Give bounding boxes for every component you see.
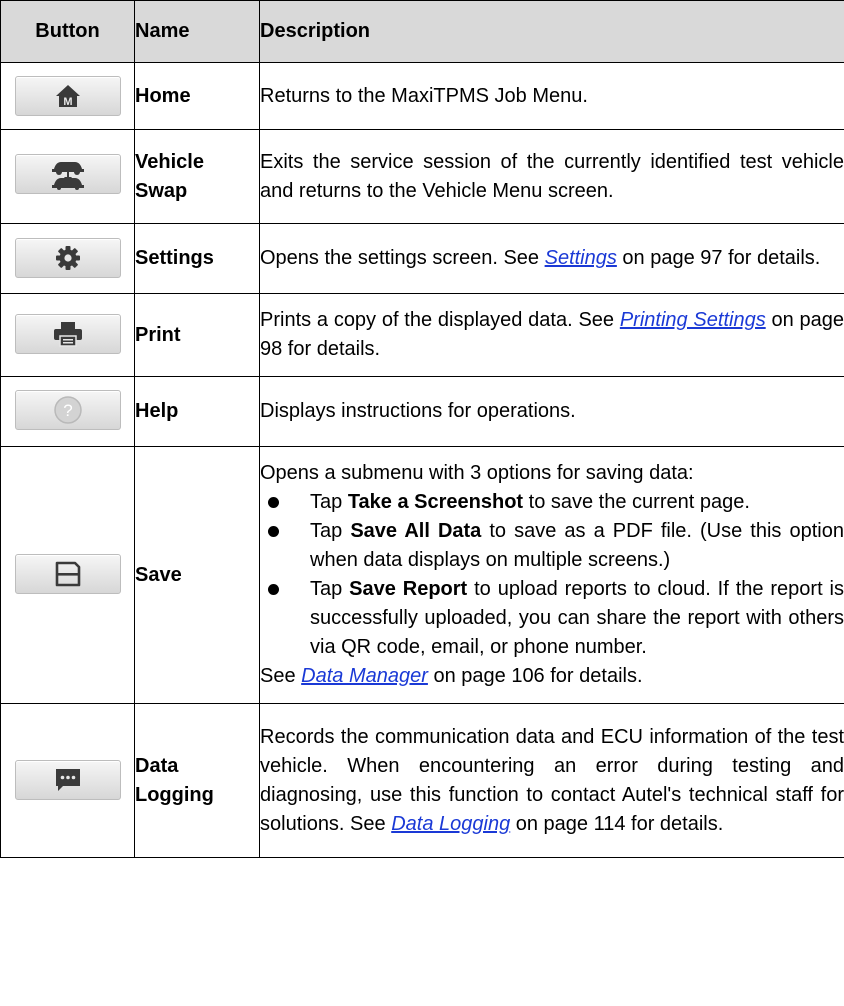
vehicle-swap-button[interactable] [14,154,121,194]
table-row: Save Opens a submenu with 3 options for … [0,446,844,704]
row-description: Opens the settings screen. See Settings … [259,223,844,294]
table-row: Print Prints a copy of the displayed dat… [0,293,844,377]
table-row: ? Help Displays instructions for operati… [0,376,844,447]
list-item: Tap Save Report to upload reports to clo… [260,575,844,662]
list-item: Tap Save All Data to save as a PDF file.… [260,517,844,575]
row-description: Returns to the MaxiTPMS Job Menu. [259,62,844,130]
row-name: Data Logging [134,703,260,858]
list-item: Tap Take a Screenshot to save the curren… [260,488,844,517]
svg-text:?: ? [63,401,72,420]
printer-icon [53,322,82,347]
table-header-row: Button Name Description [0,0,844,63]
data-manager-link[interactable]: Data Manager [301,665,428,687]
bullet-icon [268,584,279,595]
header-button: Button [0,0,135,63]
vehicle-swap-icon [51,162,84,190]
print-button[interactable] [14,314,121,354]
bullet-icon [268,497,279,508]
table-row: Data Logging Records the communication d… [0,703,844,858]
save-options-list: Tap Take a Screenshot to save the curren… [260,488,844,662]
header-name: Name [134,0,260,63]
home-icon: M [55,84,80,108]
row-name: Help [134,376,260,447]
row-description: Displays instructions for operations. [259,376,844,447]
help-icon: ? [53,395,82,424]
data-logging-button[interactable] [14,759,121,800]
row-name: Save [134,446,260,704]
header-description: Description [259,0,844,63]
data-logging-link[interactable]: Data Logging [391,813,510,835]
row-description: Opens a submenu with 3 options for savin… [259,446,844,704]
save-see-also: See Data Manager on page 106 for details… [260,665,643,687]
svg-text:M: M [63,96,72,108]
row-description: Records the communication data and ECU i… [259,703,844,858]
row-name: Settings [134,223,260,294]
table-row: M Home Returns to the MaxiTPMS Job Menu. [0,62,844,130]
save-button[interactable] [14,554,121,594]
save-icon [55,561,80,587]
row-description: Prints a copy of the displayed data. See… [259,293,844,377]
toolbar-buttons-table: Button Name Description M Home Returns t… [0,0,844,858]
bullet-icon [268,526,279,537]
save-intro: Opens a submenu with 3 options for savin… [260,462,694,484]
chat-icon [55,768,80,791]
row-name: Vehicle Swap [134,129,260,224]
row-name: Home [134,62,260,130]
settings-button[interactable] [14,237,121,278]
home-button[interactable]: M [14,75,121,116]
help-button[interactable]: ? [14,389,121,430]
table-row: Vehicle Swap Exits the service session o… [0,129,844,224]
settings-link[interactable]: Settings [545,247,617,269]
table-row: Settings Opens the settings screen. See … [0,223,844,294]
gear-icon [55,245,80,270]
row-name: Print [134,293,260,377]
row-description: Exits the service session of the current… [259,129,844,224]
printing-settings-link[interactable]: Printing Settings [620,309,766,331]
